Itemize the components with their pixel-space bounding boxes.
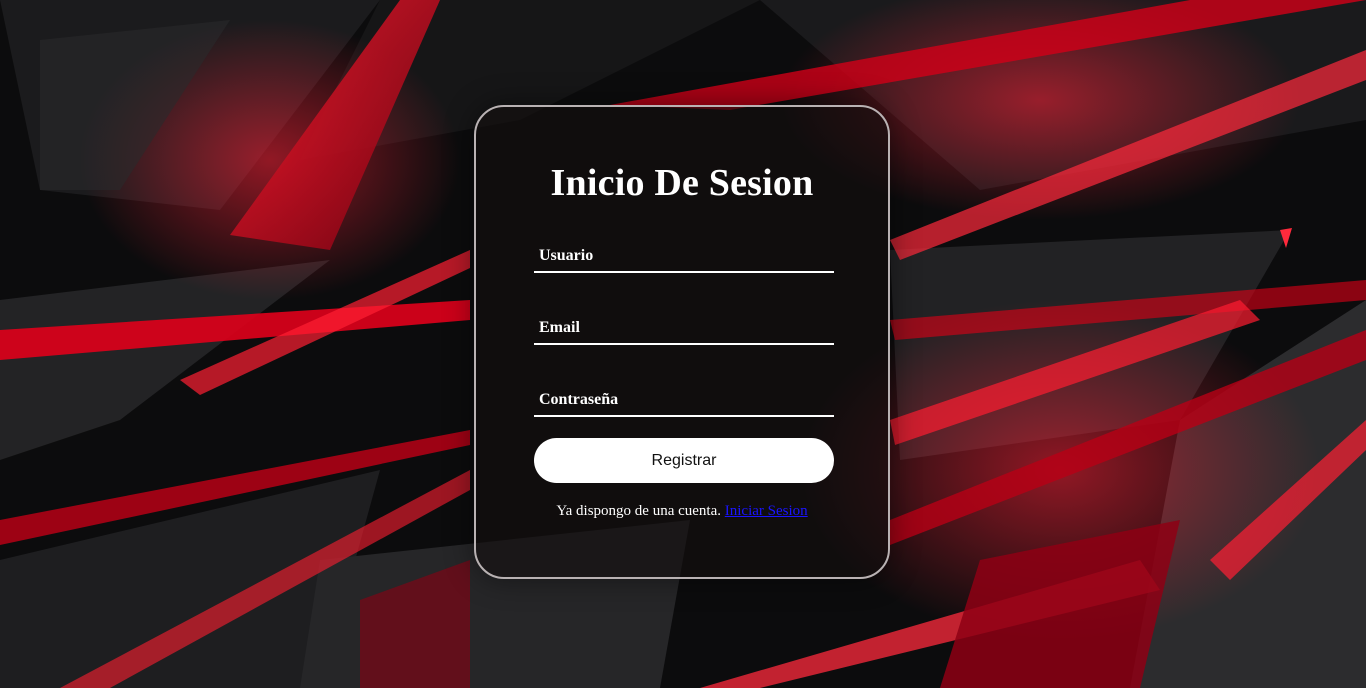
username-label: Usuario [539,247,594,264]
email-field[interactable]: Email [534,313,838,345]
login-card: Inicio De Sesion Usuario Email Contraseñ… [474,105,890,579]
login-link[interactable]: Iniciar Sesion [725,503,808,519]
page-title: Inicio De Sesion [550,162,814,204]
password-label: Contraseña [539,391,619,408]
password-field[interactable]: Contraseña [534,385,838,417]
username-field[interactable]: Usuario [534,241,838,273]
register-button[interactable]: Registrar [534,438,834,483]
email-label: Email [539,319,580,336]
login-prompt-text: Ya dispongo de una cuenta. [556,503,722,519]
login-prompt: Ya dispongo de una cuenta. Iniciar Sesio… [476,503,888,520]
